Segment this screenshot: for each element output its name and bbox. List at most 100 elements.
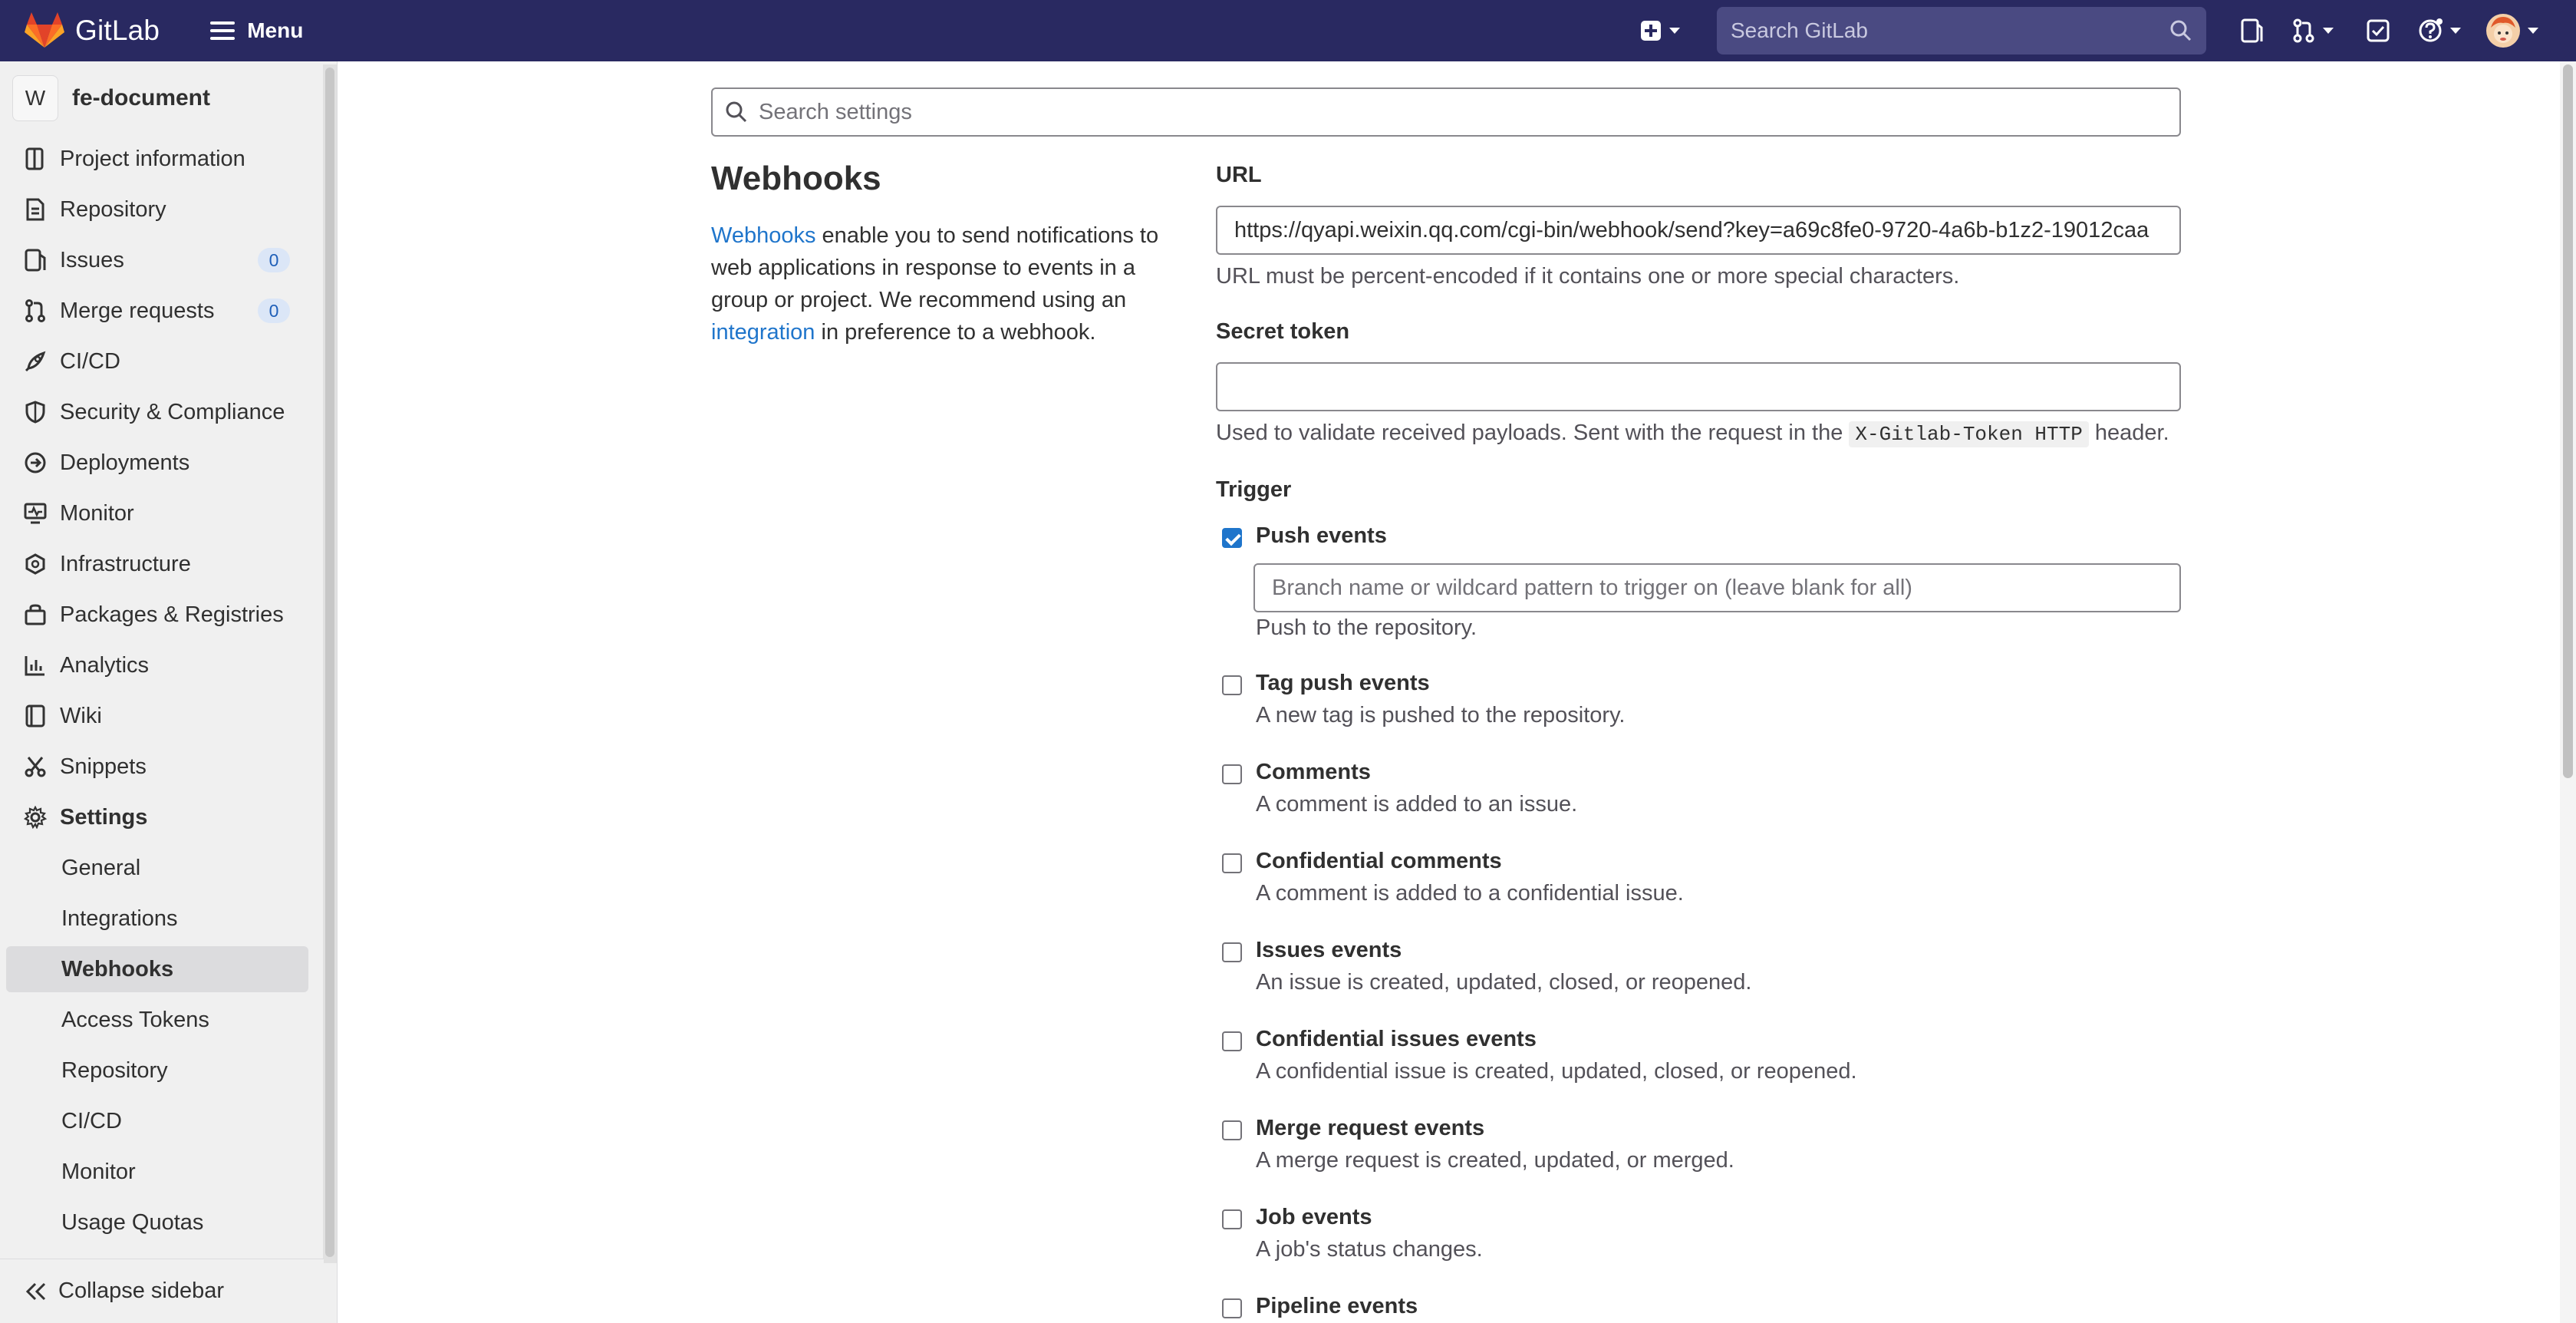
branch-filter-input[interactable] [1253,563,2181,612]
gitlab-home-link[interactable]: GitLab [25,0,160,61]
sidebar-item-infrastructure[interactable]: Infrastructure [6,541,308,587]
issues-count-badge: 0 [258,248,290,272]
page-scrollbar[interactable] [2560,61,2576,1323]
sidebar-subitem-integrations[interactable]: Integrations [6,896,308,942]
sidebar-item-ci-cd[interactable]: CI/CD [6,338,308,384]
sidebar-item-analytics[interactable]: Analytics [6,642,308,688]
merge-request-icon [23,299,48,323]
sidebar-subitem-label: Integrations [61,906,178,931]
secret-token-input[interactable] [1216,362,2181,411]
sidebar-item-snippets[interactable]: Snippets [6,744,308,790]
sidebar-item-packages-registries[interactable]: Packages & Registries [6,592,308,638]
webhooks-intro: Webhooks Webhooks enable you to send not… [711,160,1171,348]
menu-button[interactable]: Menu [203,8,311,54]
settings-search-box[interactable] [711,87,2181,137]
sidebar-subitem-label: CI/CD [61,1108,122,1133]
issues-button[interactable] [2225,8,2278,54]
trigger-description: A comment is added to a confidential iss… [1256,881,1684,906]
sidebar-item-label: Packages & Registries [60,602,284,627]
sidebar-item-settings[interactable]: Settings [6,794,308,840]
sidebar-subitem-access-tokens[interactable]: Access Tokens [6,997,308,1043]
trigger-description: A merge request is created, updated, or … [1256,1148,1734,1173]
url-label: URL [1216,163,1262,187]
menu-label: Menu [247,18,304,42]
webhooks-docs-link[interactable]: Webhooks [711,223,816,248]
issues-icon [2241,18,2263,43]
help-text-prefix: Used to validate received payloads. Sent… [1216,421,1850,445]
project-header[interactable]: W fe-document [12,75,210,121]
sidebar-item-label: Wiki [60,703,102,728]
sidebar: W fe-document Project information Reposi… [0,61,338,1323]
settings-search-input[interactable] [759,99,2167,125]
deployments-icon [23,450,48,475]
cloud-icon [23,552,48,576]
merge-request-events-checkbox[interactable] [1222,1120,1242,1140]
sidebar-item-wiki[interactable]: Wiki [6,693,308,739]
sidebar-item-label: Snippets [60,754,147,779]
sidebar-item-project-information[interactable]: Project information [6,136,308,182]
trigger-title: Confidential comments [1256,849,1502,873]
shield-icon [23,400,48,424]
url-help-text: URL must be percent-encoded if it contai… [1216,264,1960,289]
sidebar-item-deployments[interactable]: Deployments [6,440,308,486]
pipeline-events-checkbox[interactable] [1222,1298,1242,1318]
url-input[interactable] [1216,206,2181,255]
tag-push-events-checkbox[interactable] [1222,675,1242,695]
job-events-checkbox[interactable] [1222,1209,1242,1229]
issues-icon [23,248,48,272]
merge-requests-count-badge: 0 [258,299,290,323]
brand-name: GitLab [75,15,160,46]
comments-checkbox[interactable] [1222,764,1242,784]
sidebar-subitem-webhooks[interactable]: Webhooks [6,946,308,992]
project-name: fe-document [72,85,210,111]
sidebar-item-merge-requests[interactable]: Merge requests 0 [6,288,308,334]
sidebar-item-repository[interactable]: Repository [6,186,308,233]
trigger-label: Trigger [1216,477,1292,502]
trigger-description: A job's status changes. [1256,1237,1483,1262]
secret-token-help-text: Used to validate received payloads. Sent… [1216,421,2169,447]
sidebar-subitem-monitor[interactable]: Monitor [6,1149,308,1195]
gear-icon [23,805,48,830]
secret-token-label: Secret token [1216,319,1350,344]
help-text-suffix: header. [2088,421,2169,445]
collapse-sidebar-button[interactable]: Collapse sidebar [0,1259,324,1323]
confidential-issues-events-checkbox[interactable] [1222,1031,1242,1051]
new-item-dropdown[interactable] [1629,8,1691,54]
sidebar-subitem-usage-quotas[interactable]: Usage Quotas [6,1199,308,1245]
merge-requests-dropdown[interactable] [2278,8,2347,54]
sidebar-subitem-label: Monitor [61,1159,136,1184]
top-search-box[interactable] [1717,7,2206,54]
plus-square-icon [1641,21,1661,41]
sidebar-subitem-general[interactable]: General [6,845,308,891]
chevron-down-icon [2323,28,2334,34]
sidebar-item-label: Repository [60,196,166,222]
sidebar-scrollbar[interactable] [323,64,337,1263]
issues-events-checkbox[interactable] [1222,942,1242,962]
project-avatar: W [12,75,58,121]
help-dropdown[interactable] [2409,8,2470,54]
token-header-code: X-Gitlab-Token HTTP [1849,421,2089,447]
sidebar-subitem-ci-cd[interactable]: CI/CD [6,1098,308,1144]
user-menu-dropdown[interactable] [2470,8,2555,54]
sidebar-item-label: Merge requests [60,298,215,323]
double-chevron-left-icon [25,1282,48,1302]
sidebar-item-label: Infrastructure [60,551,191,576]
trigger-title: Pipeline events [1256,1294,1418,1318]
sidebar-item-monitor[interactable]: Monitor [6,490,308,536]
sidebar-item-label: Analytics [60,652,150,678]
info-icon [23,147,48,171]
trigger-title: Confidential issues events [1256,1027,1537,1051]
push-events-checkbox[interactable] [1222,528,1242,548]
trigger-description: A new tag is pushed to the repository. [1256,703,1626,727]
todos-button[interactable] [2347,8,2409,54]
integration-link[interactable]: integration [711,320,815,345]
sidebar-item-issues[interactable]: Issues 0 [6,237,308,283]
sidebar-item-security-compliance[interactable]: Security & Compliance [6,389,308,435]
confidential-comments-checkbox[interactable] [1222,853,1242,873]
sidebar-item-label: Deployments [60,450,190,475]
sidebar-item-label: Security & Compliance [60,399,285,424]
package-icon [23,602,48,627]
trigger-title: Push events [1256,523,1387,548]
top-search-input[interactable] [1731,18,2169,43]
sidebar-subitem-repository[interactable]: Repository [6,1048,308,1094]
